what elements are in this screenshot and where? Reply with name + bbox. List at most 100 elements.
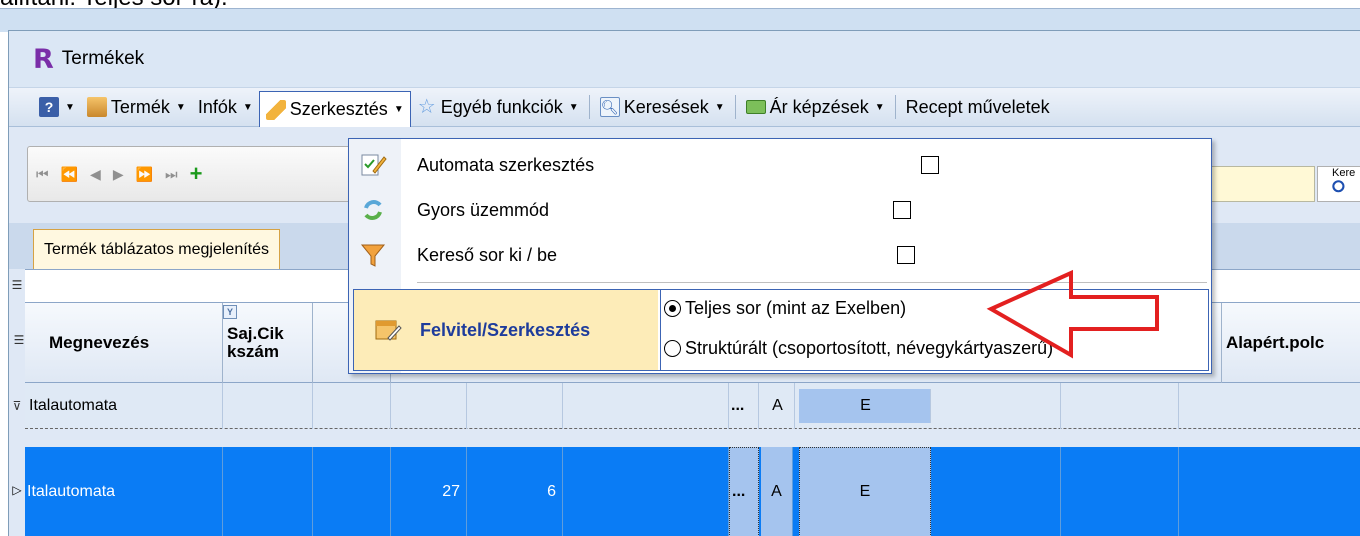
top-border bbox=[0, 8, 1360, 32]
menu-szerkesztes-label: Szerkesztés bbox=[289, 99, 388, 119]
felvitel-item[interactable]: Felvitel/Szerkesztés bbox=[354, 290, 658, 370]
radio-teljes-sor[interactable]: Teljes sor (mint az Exelben) bbox=[664, 298, 906, 319]
cell-value-2[interactable]: 6 bbox=[467, 447, 563, 536]
chevron-down-icon: ▼ bbox=[568, 101, 579, 113]
filter-cell[interactable] bbox=[1061, 383, 1179, 429]
last-record-icon[interactable]: ⏭ bbox=[165, 166, 178, 183]
first-record-icon[interactable]: ⏮ bbox=[36, 166, 49, 183]
menu-item-kereso-label: Kereső sor ki / be bbox=[417, 244, 558, 265]
filter-cell[interactable] bbox=[467, 383, 563, 429]
prev-page-icon[interactable]: ⏪ bbox=[61, 166, 78, 183]
menu-egyeb-funkciok[interactable]: ☆ Egyéb funkciók ▼ bbox=[411, 91, 585, 123]
filter-row: ⊽ Italautomata ... A E bbox=[13, 383, 1360, 429]
menu-separator bbox=[734, 95, 736, 119]
menu-egyeb-label: Egyéb funkciók bbox=[440, 96, 563, 117]
table-row[interactable]: ▷ Italautomata 27 6 ... A E bbox=[12, 447, 1360, 536]
chevron-down-icon: ▼ bbox=[175, 101, 186, 113]
filter-cell[interactable] bbox=[313, 383, 391, 429]
radio-unselected-icon bbox=[664, 340, 681, 357]
radio-selected-icon bbox=[664, 300, 681, 317]
cell-value-1[interactable]: 27 bbox=[391, 447, 467, 536]
menu-keresesek[interactable]: 🔍︎ Keresések ▼ bbox=[594, 91, 731, 123]
search-text-field[interactable] bbox=[1207, 166, 1315, 202]
chevron-down-icon: ▼ bbox=[714, 101, 725, 113]
money-icon bbox=[745, 100, 766, 114]
col-megnevezes-label: Megnevezés bbox=[49, 333, 150, 352]
menu-item-gyors-label: Gyors üzemmód bbox=[417, 199, 550, 220]
menu-separator bbox=[588, 95, 590, 119]
tab-table-view[interactable]: Termék táblázatos megjelenítés bbox=[33, 229, 280, 269]
menu-bar: ? ▼ Termék ▼ Infók ▼ Szerkesztés ▼ ☆ Egy… bbox=[9, 87, 1360, 127]
filter-dots-button[interactable]: ... bbox=[729, 383, 759, 429]
filter-dots-label: ... bbox=[731, 397, 745, 414]
filter-cell[interactable] bbox=[563, 383, 729, 429]
filter-cell-megnevezes[interactable]: Italautomata bbox=[27, 383, 223, 429]
star-icon: ☆ bbox=[417, 96, 436, 118]
row-name-value: Italautomata bbox=[27, 483, 116, 500]
menu-recept-muveletek[interactable]: Recept műveletek bbox=[900, 91, 1056, 123]
row-e-label: E bbox=[859, 483, 871, 500]
edit-form-icon bbox=[375, 320, 402, 341]
menu-item-gyors[interactable]: Gyors üzemmód bbox=[349, 190, 1211, 230]
filter-row-icon: ⊽ bbox=[12, 399, 22, 413]
filter-a-label: A bbox=[772, 397, 783, 414]
col-sajcikkszam[interactable]: Saj.Cik kszám bbox=[223, 303, 313, 383]
row-e-cell[interactable]: E bbox=[799, 447, 931, 536]
menu-recept-label: Recept műveletek bbox=[905, 96, 1050, 117]
column-chooser-icon[interactable]: ☰ bbox=[11, 333, 27, 347]
product-icon bbox=[86, 97, 107, 117]
filter-cell[interactable] bbox=[223, 383, 313, 429]
menu-keresesek-label: Keresések bbox=[623, 96, 709, 117]
menu-item-automata-label: Automata szerkesztés bbox=[417, 154, 595, 175]
filter-e-cell[interactable]: E bbox=[799, 389, 931, 423]
filter-cell[interactable] bbox=[1179, 383, 1360, 429]
cell-megnevezes[interactable]: Italautomata bbox=[27, 447, 223, 536]
row-dots-button[interactable]: ... bbox=[729, 447, 759, 536]
cell[interactable] bbox=[931, 447, 1061, 536]
search-icon: 🔍︎ bbox=[599, 97, 620, 117]
filter-cell[interactable] bbox=[931, 383, 1061, 429]
col-alapert-polc[interactable]: Alapért.polc bbox=[1221, 303, 1360, 383]
automata-checkbox[interactable] bbox=[921, 156, 939, 174]
search-mode-box[interactable]: Kere ⭘ bbox=[1317, 166, 1360, 202]
cell[interactable] bbox=[1061, 447, 1179, 536]
col-alapert-label: Alapért.polc bbox=[1226, 333, 1325, 352]
next-record-icon[interactable]: ▶ bbox=[113, 166, 124, 183]
next-page-icon[interactable]: ⏩ bbox=[136, 166, 153, 183]
row-value-2: 6 bbox=[547, 483, 556, 500]
kereso-checkbox[interactable] bbox=[897, 246, 915, 264]
help-menu-button[interactable]: ? ▼ bbox=[33, 91, 81, 123]
help-book-icon: ? bbox=[39, 97, 59, 117]
menu-infok[interactable]: Infók ▼ bbox=[192, 91, 259, 123]
chevron-down-icon: ▼ bbox=[874, 101, 885, 113]
menu-ar-kepzesek[interactable]: Ár képzések ▼ bbox=[740, 91, 891, 123]
gyors-checkbox[interactable] bbox=[893, 201, 911, 219]
cell[interactable] bbox=[563, 447, 729, 536]
filter-a-cell[interactable]: A bbox=[759, 383, 795, 429]
chevron-down-icon: ▼ bbox=[65, 101, 75, 113]
app-logo: R bbox=[33, 43, 54, 75]
col-sajcik-line2: kszám bbox=[227, 342, 279, 361]
add-record-icon[interactable]: + bbox=[190, 161, 203, 187]
menu-termek[interactable]: Termék ▼ bbox=[81, 91, 192, 123]
record-navigator: ⏮ ⏪ ◀ ▶ ⏩ ⏭ + bbox=[27, 146, 367, 202]
col-sajcik-line1: Saj.Cik bbox=[227, 324, 284, 343]
row-a-cell[interactable]: A bbox=[761, 447, 793, 536]
menu-szerkesztes[interactable]: Szerkesztés ▼ bbox=[258, 91, 411, 127]
title-bar: R Termékek bbox=[9, 31, 1360, 87]
submenu-divider bbox=[660, 290, 661, 370]
menu-termek-label: Termék bbox=[110, 96, 170, 117]
cell[interactable] bbox=[1179, 447, 1360, 536]
menu-item-automata[interactable]: Automata szerkesztés bbox=[349, 145, 1211, 185]
felvitel-label: Felvitel/Szerkesztés bbox=[420, 319, 591, 340]
menu-separator bbox=[894, 95, 896, 119]
prev-record-icon[interactable]: ◀ bbox=[90, 166, 101, 183]
radio-icon: ⭘ bbox=[1332, 179, 1345, 196]
filter-cell[interactable] bbox=[391, 383, 467, 429]
row-a-label: A bbox=[771, 483, 782, 500]
chevron-down-icon: ▼ bbox=[242, 101, 253, 113]
pencil-icon bbox=[265, 99, 286, 120]
cell-sajcikkszam[interactable] bbox=[223, 447, 313, 536]
cell[interactable] bbox=[313, 447, 391, 536]
col-megnevezes[interactable]: Megnevezés Y bbox=[45, 303, 237, 383]
